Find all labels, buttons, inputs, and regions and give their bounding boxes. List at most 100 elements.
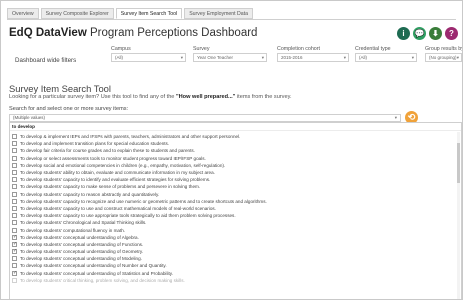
list-item-label: To develop students' Chronological and S… [20,220,147,226]
list-item[interactable]: To develop students' capacity to make se… [10,183,461,190]
list-item-label: To develop or select assessments tools t… [20,155,206,161]
checkbox[interactable] [12,248,17,255]
checkbox[interactable] [12,141,17,147]
survey-item-select-value: (Multiple values) [13,115,45,120]
checkbox[interactable] [12,177,17,183]
help-prefix: Looking for a particular survey item? Us… [9,94,176,100]
list-item-label: To develop students' conceptual understa… [20,263,167,269]
filter-cohort-value: 2015-2016 [281,55,303,60]
list-item[interactable]: To develop fair criteria for course grad… [10,147,461,154]
list-item-label: To develop fair criteria for course grad… [20,148,195,154]
list-item[interactable]: To develop students' conceptual understa… [10,255,461,262]
filter-survey-select[interactable]: Year One Teacher ▾ [193,53,267,62]
dropdown-search-input[interactable]: to develop [10,123,461,131]
filter-survey: Survey Year One Teacher ▾ [193,46,267,62]
list-item[interactable]: To develop students' capacity to reason … [10,191,461,198]
filter-grouping-select[interactable]: (No grouping) ▾ [425,53,462,62]
list-item[interactable]: To develop students' computational fluen… [10,226,461,233]
help-bold: "How well prepared..." [175,94,236,100]
list-item[interactable]: To develop students' conceptual understa… [10,270,461,277]
checkbox[interactable] [12,227,17,233]
checkbox[interactable] [12,134,17,140]
tab-overview[interactable]: Overview [7,8,39,19]
filter-survey-value: Year One Teacher [197,55,234,60]
chevron-down-icon: ▾ [411,55,414,60]
list-item[interactable]: To develop & implement IEPs and IFSPs wi… [10,133,461,140]
chevron-down-icon: ▾ [180,55,183,60]
survey-item-select-label: Search for and select one or more survey… [9,106,129,112]
survey-item-dropdown: to develop To develop & implement IEPs a… [9,122,462,299]
checkbox[interactable] [12,270,17,276]
list-item[interactable]: To develop or select assessments tools t… [10,155,461,162]
checkbox[interactable] [12,263,17,269]
dropdown-scroll-thumb[interactable] [457,143,460,183]
filter-credential: Credential type (All) ▾ [355,46,417,62]
list-item[interactable]: To develop students' Chronological and S… [10,219,461,226]
chevron-down-icon: ▾ [261,55,264,60]
checkbox[interactable] [12,256,17,262]
list-item-label: To develop students' capacity to use and… [20,205,216,211]
filter-cohort-label: Completion cohort [277,46,320,52]
checkbox[interactable] [12,205,17,211]
help-icon[interactable]: ? [445,27,458,40]
search-tool-title: Survey Item Search Tool [9,83,111,94]
list-item-label: To develop students' capacity to recogni… [20,198,267,204]
checkbox[interactable] [12,241,17,247]
chevron-down-icon: ▾ [394,115,397,120]
checkbox[interactable] [12,191,17,197]
list-item-label: To develop students' conceptual understa… [20,249,144,255]
filter-campus-select[interactable]: (All) ▾ [111,53,186,62]
checkbox[interactable] [12,198,17,204]
filter-cohort: Completion cohort 2015-2016 ▾ [277,46,349,62]
page-title: EdQ DataView Program Perceptions Dashboa… [9,27,257,39]
page-title-text: Program Perceptions Dashboard [86,27,258,39]
list-item-label: To develop & implement IEPs and IFSPs wi… [20,134,241,140]
list-item[interactable]: To develop students' critical thinking, … [10,277,461,284]
list-item[interactable]: To develop students' conceptual understa… [10,241,461,248]
list-item-label: To develop students' critical thinking, … [20,277,185,283]
checkbox[interactable] [12,220,17,226]
chat-icon[interactable]: 💬 [413,27,426,40]
info-icon[interactable]: i [397,27,410,40]
tab-survey-item-search-tool[interactable]: Survey Item Search Tool [115,8,183,19]
checkbox[interactable] [12,234,17,240]
list-item[interactable]: To develop students' conceptual understa… [10,234,461,241]
list-item-label: To develop students' ability to obtain, … [20,170,215,176]
checkbox[interactable] [12,184,17,190]
list-item[interactable]: To develop students' conceptual understa… [10,262,461,269]
filters-label: Dashboard wide filters [15,57,77,64]
list-item-label: To develop students' capacity to identif… [20,177,211,183]
checkbox[interactable] [12,148,17,154]
survey-item-select[interactable]: (Multiple values) ▾ [9,114,401,122]
filter-grouping-value: (No grouping) [429,55,457,60]
list-item[interactable]: To develop students' capacity to recogni… [10,198,461,205]
list-item-label: To develop students' capacity to use app… [20,213,236,219]
filter-credential-select[interactable]: (All) ▾ [355,53,417,62]
filter-campus: Campus (All) ▾ [111,46,186,62]
checkbox[interactable] [12,277,17,283]
list-item[interactable]: To develop and implement transition plan… [10,140,461,147]
list-item[interactable]: To develop students' capacity to use and… [10,205,461,212]
list-item-label: To develop students' conceptual understa… [20,270,173,276]
list-item[interactable]: To develop students' capacity to identif… [10,176,461,183]
list-item-label: To develop students' conceptual understa… [20,256,142,262]
list-item[interactable]: To develop students' ability to obtain, … [10,169,461,176]
filter-cohort-select[interactable]: 2015-2016 ▾ [277,53,349,62]
checkbox[interactable] [12,162,17,168]
list-item-label: To develop social and emotional competen… [20,162,226,168]
list-item-label: To develop students' computational fluen… [20,227,126,233]
list-item[interactable]: To develop students' capacity to use app… [10,212,461,219]
checkbox[interactable] [12,213,17,219]
list-item[interactable]: To develop social and emotional competen… [10,162,461,169]
checkbox[interactable] [12,170,17,176]
list-item[interactable]: To develop students' conceptual understa… [10,248,461,255]
filter-survey-label: Survey [193,46,210,52]
download-icon[interactable]: ⬇ [429,27,442,40]
tab-survey-employment-data[interactable]: Survey Employment Data [184,8,254,19]
checkbox[interactable] [12,155,17,161]
filter-grouping: Group results by: (No grouping) ▾ [425,46,462,62]
dashboard-frame: Overview Survey Composite Explorer Survey … [0,0,463,300]
list-item-label: To develop students' conceptual understa… [20,241,144,247]
tab-survey-composite-explorer[interactable]: Survey Composite Explorer [40,8,114,19]
header-icons: i 💬 ⬇ ? [397,27,458,40]
